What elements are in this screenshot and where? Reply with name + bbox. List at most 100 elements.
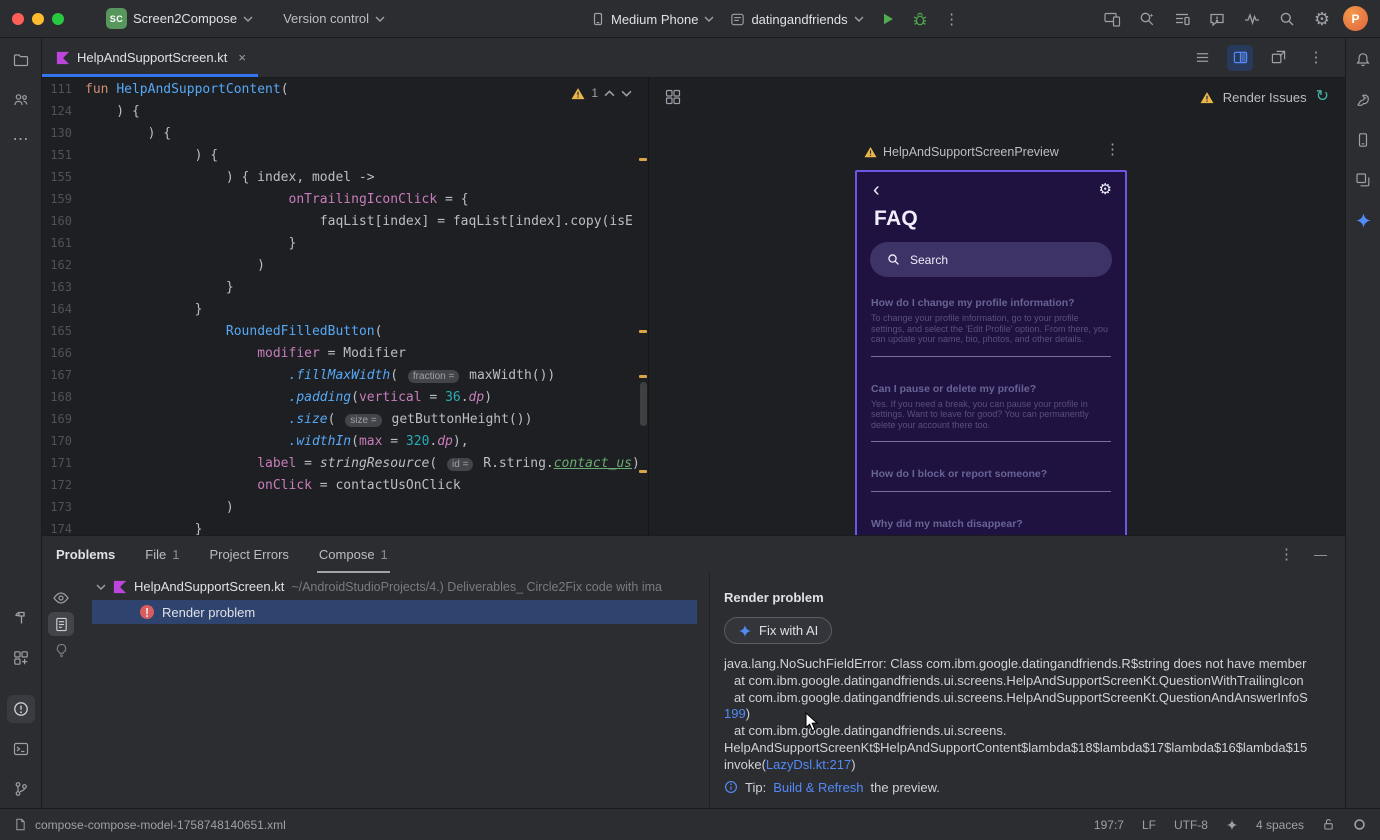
line-number[interactable]: 164 <box>42 302 72 324</box>
minimize-panel-icon[interactable]: — <box>1314 548 1327 561</box>
run-configuration-selector[interactable]: datingandfriends <box>724 8 869 31</box>
line-number[interactable]: 124 <box>42 104 72 126</box>
code-line[interactable]: } <box>85 302 639 324</box>
commit-tool-button[interactable] <box>7 86 35 114</box>
close-tab-icon[interactable]: × <box>238 50 246 65</box>
studio-bot-button[interactable] <box>1133 5 1161 33</box>
build-refresh-link[interactable]: Build & Refresh <box>773 780 863 795</box>
stack-trace-link[interactable]: 199 <box>724 706 746 721</box>
line-number[interactable]: 155 <box>42 170 72 192</box>
render-issues-label[interactable]: Render Issues <box>1223 90 1307 105</box>
notifications-button[interactable] <box>1349 46 1377 74</box>
inspection-widget[interactable]: 1 <box>571 86 632 100</box>
error-stripe-mark[interactable] <box>639 470 647 473</box>
open-details-button[interactable] <box>48 612 74 636</box>
code-line[interactable]: fun HelpAndSupportContent( <box>85 82 639 104</box>
preview-name-label[interactable]: HelpAndSupportScreenPreview <box>883 145 1059 159</box>
line-number[interactable]: 173 <box>42 500 72 522</box>
code-line[interactable]: modifier = Modifier <box>85 346 639 368</box>
line-number[interactable]: 165 <box>42 324 72 346</box>
code-line[interactable]: } <box>85 522 639 535</box>
line-number[interactable]: 174 <box>42 522 72 535</box>
terminal-tool-button[interactable] <box>7 735 35 763</box>
refresh-preview-icon[interactable]: ↻ <box>1316 89 1329 105</box>
device-mirroring-button[interactable] <box>1098 5 1126 33</box>
more-run-actions-button[interactable]: ⋮ <box>938 5 966 33</box>
line-number[interactable]: 160 <box>42 214 72 236</box>
line-separator-widget[interactable]: LF <box>1142 818 1156 832</box>
editor-options-button[interactable]: ⋮ <box>1303 45 1329 71</box>
code-line[interactable]: .padding(vertical = 36.dp) <box>85 390 639 412</box>
line-number[interactable]: 162 <box>42 258 72 280</box>
gradle-tool-button[interactable] <box>1349 86 1377 114</box>
code-line[interactable]: } <box>85 236 639 258</box>
line-number[interactable]: 171 <box>42 456 72 478</box>
code-line[interactable]: onTrailingIconClick = { <box>85 192 639 214</box>
panel-options-icon[interactable]: ⋮ <box>1279 547 1294 562</box>
editor-list-button[interactable] <box>1189 45 1215 71</box>
device-selector[interactable]: Medium Phone <box>585 8 720 31</box>
line-number[interactable]: 161 <box>42 236 72 258</box>
build-tool-button[interactable] <box>7 604 35 632</box>
code-line[interactable]: .size( size = getButtonHeight()) <box>85 412 639 434</box>
split-preview-button[interactable] <box>1227 44 1253 71</box>
code-editor[interactable]: 111 124 130 151 155 159 160 161 162 163 164 165 166 1… <box>42 78 649 535</box>
preview-layout-button[interactable] <box>665 89 681 105</box>
error-stripe-mark[interactable] <box>639 375 647 378</box>
run-button[interactable] <box>874 5 902 33</box>
line-number[interactable]: 166 <box>42 346 72 368</box>
unlock-icon[interactable] <box>1322 818 1335 831</box>
render-problem-row[interactable]: ! Render problem <box>92 600 697 624</box>
line-number[interactable]: 167 <box>42 368 72 390</box>
stack-trace-link[interactable]: LazyDsl.kt:217 <box>766 757 851 772</box>
settings-button[interactable]: ⚙ <box>1308 5 1336 33</box>
quick-fix-button[interactable] <box>48 638 74 662</box>
problems-tab-file[interactable]: File 1 <box>145 536 179 573</box>
line-number[interactable]: 169 <box>42 412 72 434</box>
problems-tab-project-errors[interactable]: Project Errors <box>209 536 288 573</box>
code-line[interactable]: faqList[index] = faqList[index].copy(isE <box>85 214 639 236</box>
code-line[interactable]: ) <box>85 500 639 522</box>
float-editor-button[interactable] <box>1265 45 1291 71</box>
fix-with-ai-button[interactable]: Fix with AI <box>724 617 833 644</box>
code-line[interactable]: ) <box>85 258 639 280</box>
error-stripe-mark[interactable] <box>639 158 647 161</box>
code-line[interactable]: ) { <box>85 148 639 170</box>
problems-file-node[interactable]: HelpAndSupportScreen.kt ~/AndroidStudioP… <box>80 573 709 600</box>
encoding-widget[interactable]: UTF-8 <box>1174 818 1208 832</box>
preview-options-button[interactable]: ⋮ <box>1105 142 1120 157</box>
debug-button[interactable] <box>906 5 934 33</box>
code-line[interactable]: label = stringResource( id = R.string.co… <box>85 456 639 478</box>
running-devices-button[interactable] <box>1168 5 1196 33</box>
problems-tool-button[interactable] <box>6 695 35 723</box>
minimize-window-button[interactable] <box>32 12 44 25</box>
line-number[interactable]: 172 <box>42 478 72 500</box>
more-tool-windows-button[interactable]: ⋯ <box>7 126 35 154</box>
editor-tab[interactable]: HelpAndSupportScreen.kt × <box>42 38 258 77</box>
code-line[interactable]: .fillMaxWidth( fraction = maxWidth()) <box>85 368 639 390</box>
memory-indicator-icon[interactable] <box>1353 818 1366 831</box>
device-manager-button[interactable] <box>1349 126 1377 154</box>
next-warning-icon[interactable] <box>621 90 632 97</box>
line-number[interactable]: 130 <box>42 126 72 148</box>
resource-manager-button[interactable] <box>1349 166 1377 194</box>
user-avatar[interactable]: P <box>1343 6 1368 31</box>
project-widget[interactable]: SC Screen2Compose <box>100 4 259 33</box>
line-number[interactable]: 111 <box>42 82 72 104</box>
indent-widget[interactable]: 4 spaces <box>1256 818 1304 832</box>
code-line[interactable]: onClick = contactUsOnClick <box>85 478 639 500</box>
line-number[interactable]: 159 <box>42 192 72 214</box>
vcs-widget[interactable]: Version control <box>277 7 391 30</box>
line-number[interactable]: 163 <box>42 280 72 302</box>
line-number[interactable]: 170 <box>42 434 72 456</box>
preview-phone-frame[interactable]: ‹ ⚙ FAQ Search How do I change my profil… <box>855 170 1127 535</box>
app-quality-insights-button[interactable] <box>1203 5 1231 33</box>
code-line[interactable]: .widthIn(max = 320.dp), <box>85 434 639 456</box>
services-tool-button[interactable] <box>7 644 35 672</box>
line-number[interactable]: 151 <box>42 148 72 170</box>
scrollbar-thumb[interactable] <box>640 382 647 426</box>
search-everywhere-button[interactable] <box>1273 5 1301 33</box>
line-number[interactable]: 168 <box>42 390 72 412</box>
zoom-window-button[interactable] <box>52 12 64 25</box>
code-lines[interactable]: fun HelpAndSupportContent( ) { ) { ) { )… <box>85 82 639 535</box>
